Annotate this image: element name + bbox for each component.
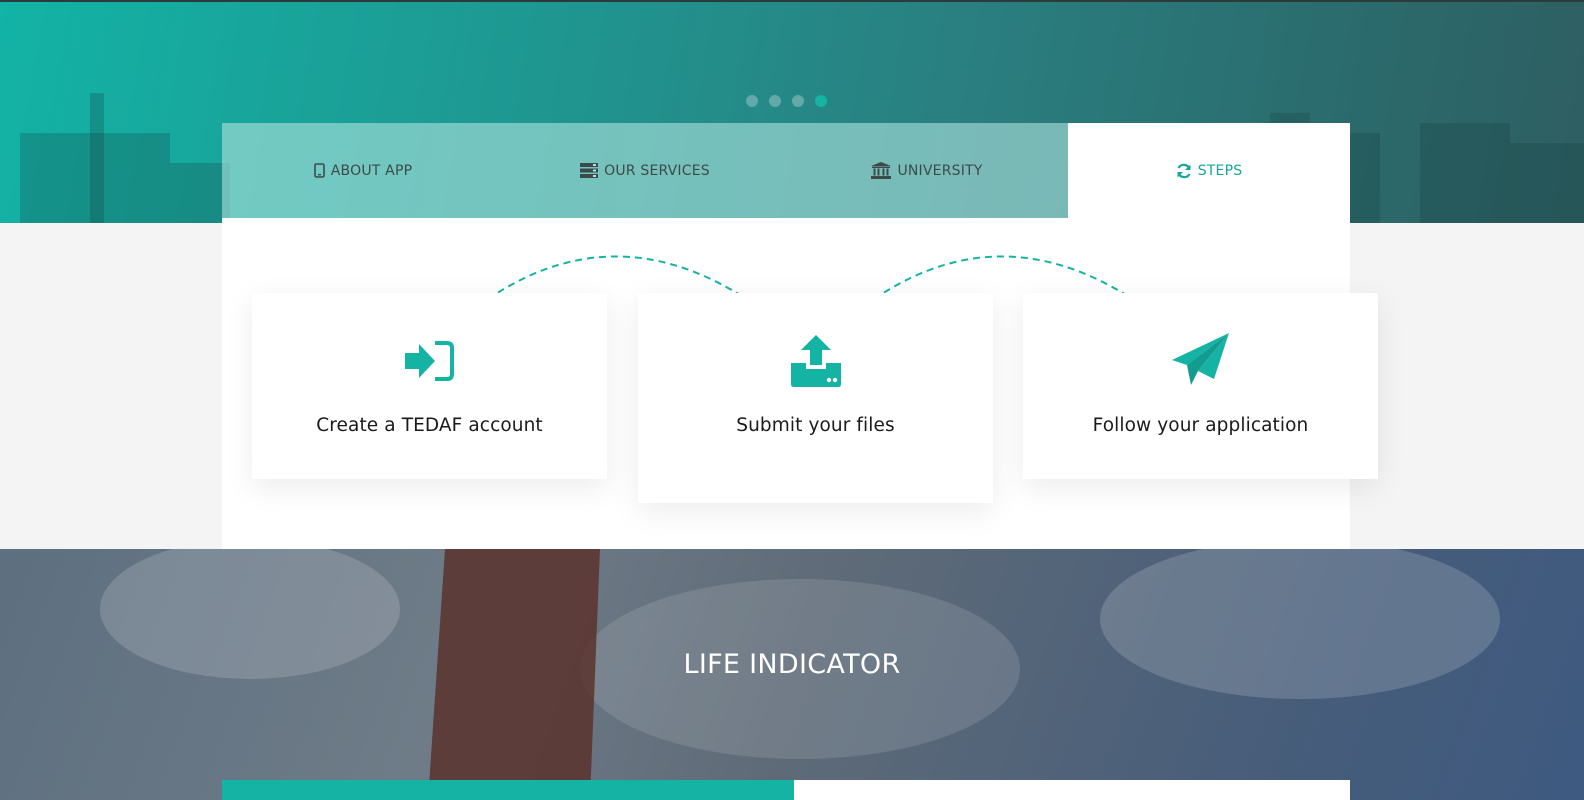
sign-in-icon bbox=[404, 333, 455, 389]
indicator-tab-right[interactable] bbox=[794, 780, 1350, 800]
tab-bar: ABOUT APP OUR SERVICES UNIVERSITY STEPS bbox=[222, 123, 1350, 218]
tab-steps-label: STEPS bbox=[1197, 162, 1243, 179]
paper-plane-icon bbox=[1171, 333, 1230, 389]
carousel-dot-4[interactable] bbox=[815, 95, 827, 107]
refresh-icon bbox=[1176, 163, 1192, 179]
step-card-follow-application[interactable]: Follow your application bbox=[1023, 293, 1378, 479]
tab-our-services-label: OUR SERVICES bbox=[604, 162, 710, 179]
carousel-dot-3[interactable] bbox=[792, 95, 804, 107]
tab-university-label: UNIVERSITY bbox=[897, 162, 983, 179]
step-card-create-account[interactable]: Create a TEDAF account bbox=[252, 293, 607, 479]
tab-our-services[interactable]: OUR SERVICES bbox=[504, 123, 786, 218]
tab-about-app-label: ABOUT APP bbox=[330, 162, 413, 179]
section-title: LIFE INDICATOR bbox=[683, 649, 901, 680]
indicator-tab-left[interactable] bbox=[222, 780, 794, 800]
upload-icon bbox=[789, 333, 843, 389]
server-icon bbox=[580, 163, 599, 178]
tab-steps[interactable]: STEPS bbox=[1068, 123, 1350, 218]
carousel-dot-2[interactable] bbox=[769, 95, 781, 107]
step-card-submit-files[interactable]: Submit your files bbox=[638, 293, 993, 503]
life-indicator-section: LIFE INDICATOR bbox=[0, 549, 1584, 800]
step-label: Submit your files bbox=[736, 415, 895, 436]
step-label: Follow your application bbox=[1092, 415, 1309, 436]
carousel-dot-1[interactable] bbox=[746, 95, 758, 107]
carousel-dots bbox=[746, 95, 827, 107]
university-icon bbox=[871, 162, 892, 179]
tab-university[interactable]: UNIVERSITY bbox=[786, 123, 1068, 218]
tab-about-app[interactable]: ABOUT APP bbox=[222, 123, 504, 218]
tablet-icon bbox=[313, 163, 325, 178]
step-label: Create a TEDAF account bbox=[316, 415, 543, 436]
